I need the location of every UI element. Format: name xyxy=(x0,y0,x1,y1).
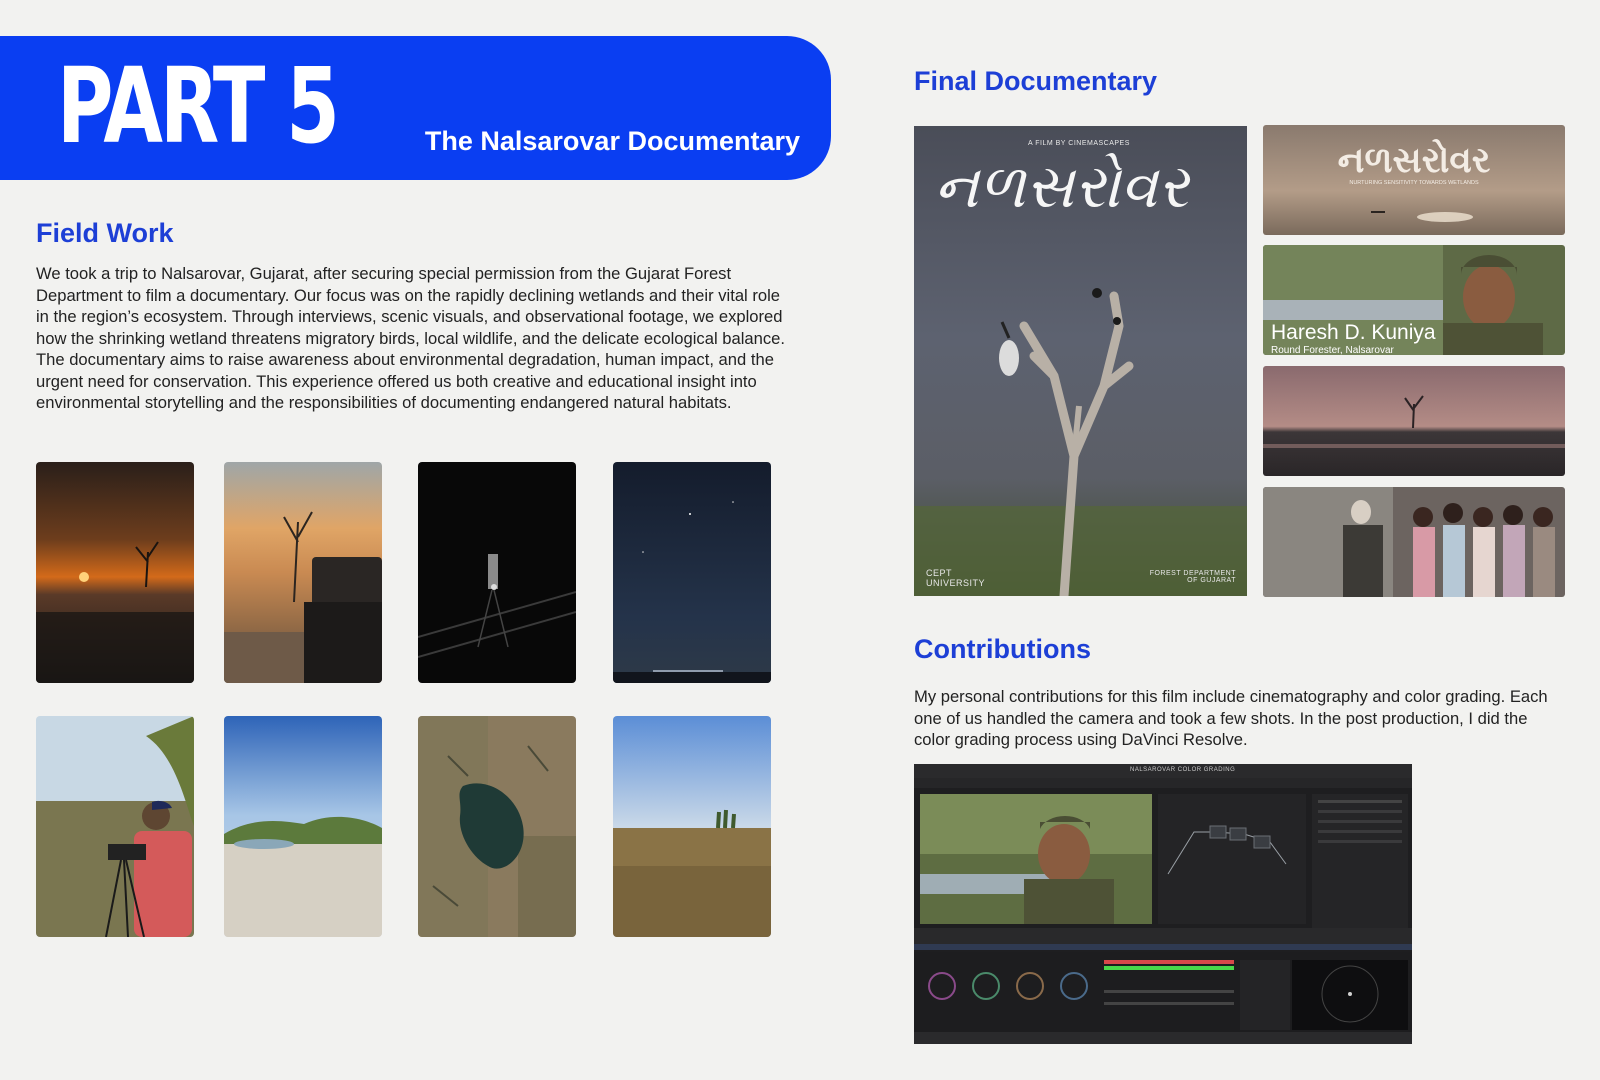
poster-forest-dept-credit: FOREST DEPARTMENT OF GUJARAT xyxy=(1149,570,1236,584)
field-work-paragraph: We took a trip to Nalsarovar, Gujarat, a… xyxy=(36,264,785,412)
resolve-project-title: NALSAROVAR COLOR GRADING xyxy=(1130,767,1236,773)
photo-satellite-map xyxy=(418,716,576,937)
photo-field-landscape xyxy=(613,716,771,937)
photo-cameraman xyxy=(36,716,194,937)
photo-night-sky xyxy=(613,462,771,683)
field-work-heading: Field Work xyxy=(36,218,174,248)
still-tagline: NURTURING SENSITIVITY TOWARDS WETLANDS xyxy=(1349,180,1479,186)
documentary-poster: A FILM BY CINEMASCAPES નળસરોવર CEPT UNIV… xyxy=(914,126,1247,596)
final-documentary-heading: Final Documentary xyxy=(914,66,1158,96)
still-wetland-dusk xyxy=(1263,366,1565,476)
poster-title-script: નળસરોવર xyxy=(934,152,1189,222)
still-title-card: નળસરોવર NURTURING SENSITIVITY TOWARDS WE… xyxy=(1263,125,1565,235)
interviewee-name: Haresh D. Kuniya xyxy=(1271,321,1436,344)
part-title: PART 5 xyxy=(57,45,340,167)
davinci-resolve-screenshot: NALSAROVAR COLOR GRADING xyxy=(914,764,1412,1044)
poster-credit: A FILM BY CINEMASCAPES xyxy=(1028,140,1130,147)
photo-camera-sunset xyxy=(224,462,382,683)
interviewee-role: Round Forester, Nalsarovar xyxy=(1271,345,1394,355)
contributions-paragraph: My personal contributions for this film … xyxy=(914,687,1548,749)
still-students-visit xyxy=(1263,487,1565,597)
photo-sunset-lake xyxy=(36,462,194,683)
still-title-text: નળસરોવર xyxy=(1337,139,1491,180)
photo-dry-lakebed xyxy=(224,716,382,937)
poster-university-logo: CEPT UNIVERSITY xyxy=(926,568,986,588)
contributions-heading: Contributions xyxy=(914,634,1091,664)
photo-night-telescope xyxy=(418,462,576,683)
documentary-subtitle: The Nalsarovar Documentary xyxy=(424,126,800,156)
still-interview: Haresh D. Kuniya Round Forester, Nalsaro… xyxy=(1263,245,1565,355)
